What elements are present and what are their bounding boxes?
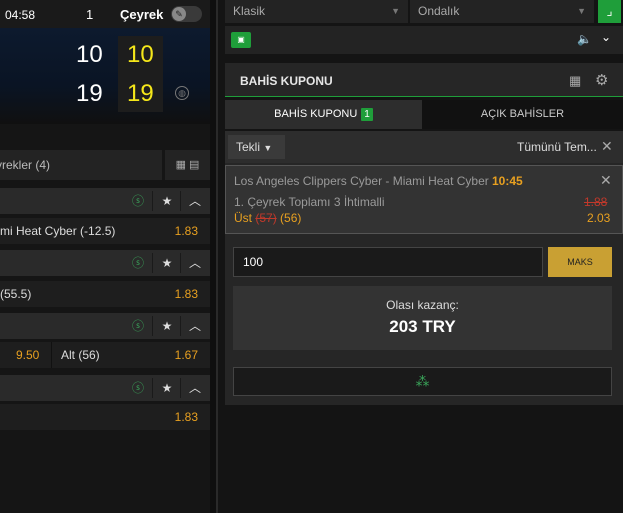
calculator-icon[interactable]: ▦ — [569, 73, 581, 89]
odds-format-select[interactable]: Ondalık ▼ — [410, 0, 594, 23]
cashout-icon: ⓢ — [131, 319, 144, 333]
bet-type-select[interactable]: Tekli ▼ — [228, 135, 285, 159]
selection-label: Alt (56) — [61, 348, 100, 362]
coupon-title: BAHİS KUPONU — [240, 74, 333, 88]
dropdown-arrow-icon: ▼ — [577, 6, 586, 16]
bet-selection-card: Los Angeles Clippers Cyber - Miami Heat … — [225, 165, 623, 234]
odd-value[interactable]: 9.50 — [16, 342, 39, 368]
bet-type-value: Tekli — [236, 140, 261, 154]
live-stream-icon[interactable]: ▣ — [231, 32, 251, 48]
place-bet-icon: ⁂ — [415, 373, 430, 389]
bet-count-badge: 1 — [361, 108, 373, 121]
potential-win-box: Olası kazanç: 203 TRY — [233, 286, 612, 350]
old-odd: 1.88 — [584, 195, 608, 209]
collapse-chevron-icon[interactable]: ︿ — [181, 188, 209, 214]
collapse-chevron-icon[interactable]: ︿ — [181, 375, 209, 401]
cashout-icon: ⓢ — [131, 381, 144, 395]
market-row[interactable]: 9.50 Alt (56) 1.67 — [0, 342, 210, 368]
away-total-score: 19 — [76, 80, 103, 107]
remove-selection-icon[interactable]: ✕ — [600, 172, 612, 189]
fullscreen-button[interactable]: ⌟ — [598, 0, 621, 23]
pick-old-line: (57) — [255, 211, 277, 225]
max-stake-button[interactable]: MAKS — [548, 247, 612, 277]
dropdown-arrow-icon: ▼ — [391, 6, 400, 16]
favorite-star-icon[interactable]: ★ — [153, 375, 181, 401]
odd-value[interactable]: 1.83 — [175, 281, 198, 307]
grid-view-icon[interactable]: ▦ — [176, 159, 186, 171]
pick-new-line: (56) — [280, 211, 302, 225]
view-toggle[interactable]: ▦ ▤ — [165, 150, 210, 180]
market-row[interactable]: 1.83 — [0, 404, 210, 430]
app-root: 04:58 1 Çeyrek ✎ 10 10 19 19 ◍ yrekler (… — [0, 0, 623, 513]
odd-value[interactable]: 1.67 — [175, 342, 198, 368]
odd-value[interactable]: 1.83 — [175, 218, 198, 244]
collapse-chevron-icon[interactable]: ︿ — [181, 250, 209, 276]
dropdown-arrow-icon: ▼ — [263, 143, 273, 153]
expand-icon: ⌟ — [606, 3, 613, 18]
gear-icon[interactable]: ⚙ — [595, 71, 608, 89]
selection-label: (55.5) — [0, 287, 32, 301]
odds-type-value: Klasik — [233, 4, 266, 18]
betslip-panel: Klasik ▼ Ondalık ▼ ⌟ ▣ 🔈 ⌄ BAHİS KUPONU … — [218, 0, 623, 513]
odd-value[interactable]: 1.83 — [175, 404, 198, 430]
match-panel: 04:58 1 Çeyrek ✎ 10 10 19 19 ◍ yrekler (… — [0, 0, 210, 513]
potential-win-value: 203 TRY — [389, 317, 456, 336]
market-tabs: yrekler (4) ▦ ▤ — [0, 150, 210, 180]
favorite-star-icon[interactable]: ★ — [153, 250, 181, 276]
list-view-icon[interactable]: ▤ — [189, 159, 199, 171]
quarter-number: 1 — [86, 7, 94, 22]
clear-all-link[interactable]: Tümünü Tem... — [517, 140, 597, 154]
match-clock: 04:58 — [5, 8, 36, 22]
coupon-header: BAHİS KUPONU ▦ ⚙ — [225, 63, 623, 97]
market-header[interactable]: ⓢ ★ ︿ — [0, 375, 210, 401]
cashout-icon: ⓢ — [131, 194, 144, 208]
score-header: 04:58 1 Çeyrek ✎ — [0, 0, 210, 28]
new-odd: 2.03 — [587, 211, 611, 225]
basketball-icon: ◍ — [175, 86, 189, 100]
market-header[interactable]: ⓢ ★ ︿ — [0, 250, 210, 276]
market-header[interactable]: ⓢ ★ ︿ — [0, 313, 210, 339]
event-name: Los Angeles Clippers Cyber - Miami Heat … — [234, 174, 489, 188]
tab-betslip-label: BAHİS KUPONU — [274, 108, 358, 120]
volume-icon[interactable]: 🔈 — [577, 32, 592, 46]
pick-prefix: Üst — [234, 211, 252, 225]
coupon-tabs: BAHİS KUPONU 1 AÇIK BAHİSLER — [225, 100, 623, 129]
away-quarter-score: 19 — [127, 80, 154, 107]
betslip: Tekli ▼ Tümünü Tem... ✕ Los Angeles Clip… — [225, 131, 623, 405]
bet-type-bar: Tekli ▼ Tümünü Tem... ✕ — [225, 131, 623, 163]
odds-format-value: Ondalık — [418, 4, 460, 18]
odds-type-select[interactable]: Klasik ▼ — [225, 0, 408, 23]
event-time: 10:45 — [492, 174, 523, 188]
toggle-knob-icon: ✎ — [172, 7, 186, 21]
stake-input[interactable]: 100 — [233, 247, 543, 277]
selection-pick: Üst (57) (56) — [234, 211, 301, 225]
chevron-down-icon[interactable]: ⌄ — [601, 30, 611, 44]
quarter-label: Çeyrek — [120, 7, 164, 22]
tab-betslip[interactable]: BAHİS KUPONU 1 — [225, 100, 422, 129]
favorite-star-icon[interactable]: ★ — [153, 188, 181, 214]
collapse-chevron-icon[interactable]: ︿ — [181, 313, 209, 339]
home-quarter-score: 10 — [127, 41, 154, 68]
potential-win-label: Olası kazanç: — [386, 298, 459, 312]
tab-open-bets[interactable]: AÇIK BAHİSLER — [422, 100, 623, 129]
home-total-score: 10 — [76, 41, 103, 68]
scoreboard: 10 10 19 19 ◍ — [0, 28, 210, 124]
selection-label: mi Heat Cyber (-12.5) — [0, 224, 116, 238]
market-row[interactable]: mi Heat Cyber (-12.5) 1.83 — [0, 218, 210, 244]
close-icon[interactable]: ✕ — [601, 138, 613, 155]
divider — [51, 342, 52, 368]
cashout-icon: ⓢ — [131, 256, 144, 270]
media-bar: ▣ 🔈 ⌄ — [225, 26, 623, 54]
market-row[interactable]: (55.5) 1.83 — [0, 281, 210, 307]
stats-toggle[interactable]: ✎ — [171, 6, 202, 22]
market-header[interactable]: ⓢ ★ ︿ — [0, 188, 210, 214]
tab-quarters[interactable]: yrekler (4) — [0, 150, 162, 180]
market-name: 1. Çeyrek Toplamı 3 İhtimalli — [234, 195, 385, 209]
place-bet-button[interactable]: ⁂ — [233, 367, 612, 396]
favorite-star-icon[interactable]: ★ — [153, 313, 181, 339]
